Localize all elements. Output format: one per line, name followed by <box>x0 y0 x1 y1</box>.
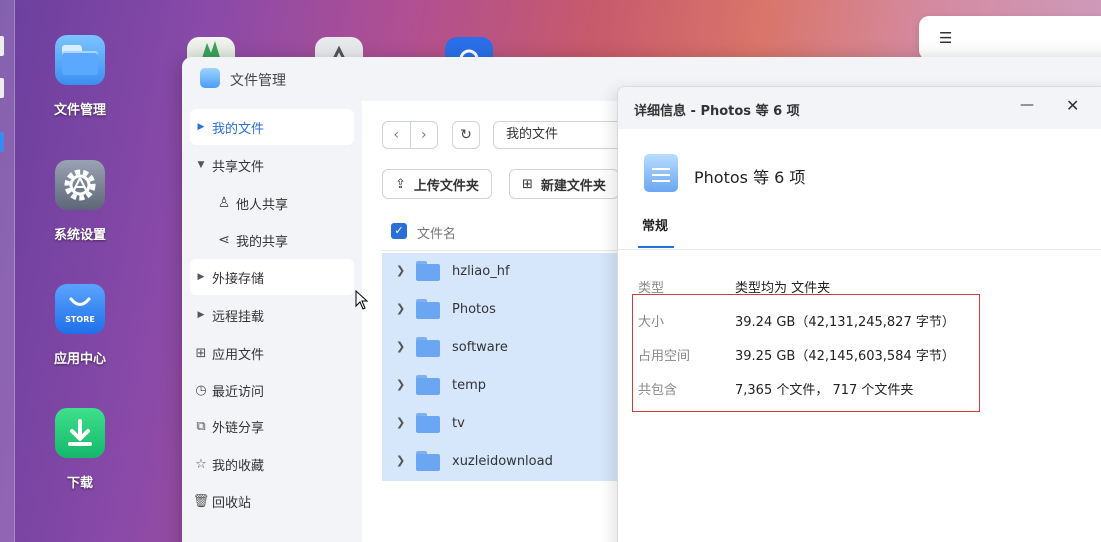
chevron-right-icon[interactable]: ❯ <box>396 340 405 353</box>
minimize-icon[interactable]: — <box>1020 97 1034 113</box>
desktop-icon-download[interactable]: 下载 <box>35 408 125 491</box>
sidebar-item-link-share[interactable]: ⧉ 外链分享 <box>190 408 354 444</box>
sidebar-item-recent[interactable]: ◷ 最近访问 <box>190 372 354 408</box>
left-dock-strip <box>0 0 15 542</box>
sidebar-item-label: 我的共享 <box>236 234 289 250</box>
details-dialog: 详细信息 - Photos 等 6 项 — ✕ Photos 等 6 项 常规 … <box>617 86 1101 542</box>
sidebar-item-label: 回收站 <box>212 495 252 511</box>
chevron-right-icon[interactable]: ❯ <box>396 454 405 467</box>
sidebar-item-favorites[interactable]: ☆ 我的收藏 <box>190 446 354 482</box>
upload-folder-button[interactable]: ⇪ 上传文件夹 <box>382 169 492 199</box>
search-box[interactable]: ☰ <box>919 16 1101 60</box>
chevron-right-icon[interactable]: ❯ <box>396 416 405 429</box>
sidebar-item-label: 外接存储 <box>212 271 265 287</box>
desktop-icon-label: 系统设置 <box>53 228 106 243</box>
desktop-icon-label: 应用中心 <box>53 352 106 367</box>
sidebar-item-external-storage[interactable]: ▶ 外接存储 <box>190 259 354 295</box>
sidebar-item-label: 他人共享 <box>236 197 289 213</box>
folder-icon <box>55 35 105 85</box>
desktop-icon-label: 下载 <box>66 476 93 491</box>
highlight-box <box>632 294 980 412</box>
sidebar-item-shared-files[interactable]: ▼ 共享文件 <box>190 147 354 183</box>
new-folder-icon: ⊞ <box>522 176 533 192</box>
desktop-icon-settings[interactable]: 系统设置 <box>35 160 125 243</box>
store-icon: STORE <box>55 284 105 334</box>
sidebar-item-label: 共享文件 <box>212 159 265 175</box>
sidebar-item-my-files[interactable]: ▶ 我的文件 <box>190 109 354 145</box>
star-icon: ☆ <box>195 456 207 472</box>
trash-icon: 🗑 <box>192 493 210 509</box>
dialog-title: 详细信息 - Photos 等 6 项 <box>634 104 800 119</box>
folder-icon <box>416 451 440 471</box>
caret-right-icon: ▶ <box>197 310 205 320</box>
upload-icon: ⇪ <box>395 176 406 192</box>
divider <box>618 249 1101 250</box>
refresh-icon[interactable]: ↻ <box>452 121 480 149</box>
dock-tab[interactable] <box>0 78 4 98</box>
sidebar-item-my-shares[interactable]: ⋖ 我的共享 <box>212 222 354 258</box>
file-name: software <box>452 340 508 355</box>
desktop-icon-file-manager[interactable]: 文件管理 <box>35 35 125 118</box>
dock-tab[interactable] <box>0 36 4 56</box>
chevron-right-icon[interactable]: ❯ <box>396 378 405 391</box>
column-header-name[interactable]: 文件名 <box>417 223 456 242</box>
desktop-icon-label: 文件管理 <box>53 103 106 118</box>
window-title: 文件管理 <box>230 73 286 89</box>
sidebar-item-label: 应用文件 <box>212 347 265 363</box>
file-name: Photos <box>452 302 496 317</box>
clock-icon: ◷ <box>195 382 207 398</box>
caret-down-icon: ▼ <box>197 160 205 170</box>
nav-buttons: ‹ › <box>382 121 438 149</box>
folder-icon <box>416 375 440 395</box>
new-folder-button[interactable]: ⊞ 新建文件夹 <box>509 169 619 199</box>
chevron-right-icon[interactable]: ❯ <box>396 264 405 277</box>
sidebar-item-label: 我的收藏 <box>212 458 265 474</box>
gear-icon <box>55 160 105 210</box>
tab-general[interactable]: 常规 <box>642 215 668 234</box>
folder-icon <box>416 413 440 433</box>
filter-settings-icon[interactable]: ☰ <box>939 29 952 47</box>
file-name: tv <box>452 416 465 431</box>
download-icon <box>55 408 105 458</box>
back-icon[interactable]: ‹ <box>383 122 411 148</box>
external-link-icon: ⧉ <box>196 418 206 434</box>
folder-icon <box>416 299 440 319</box>
forward-icon[interactable]: › <box>411 122 438 148</box>
file-name: xuzleidownload <box>452 454 553 469</box>
new-folder-label: 新建文件夹 <box>540 178 606 194</box>
caret-right-icon: ▶ <box>197 272 205 282</box>
dialog-titlebar[interactable]: 详细信息 - Photos 等 6 项 — ✕ <box>618 87 1101 129</box>
sidebar-item-trash[interactable]: 🗑 回收站 <box>190 483 354 519</box>
store-badge-text: STORE <box>65 315 95 324</box>
file-name: temp <box>452 378 487 393</box>
sidebar-item-app-files[interactable]: ⊞ 应用文件 <box>190 335 354 371</box>
chevron-right-icon[interactable]: ❯ <box>396 302 405 315</box>
share-icon: ⋖ <box>218 232 230 248</box>
file-name: hzliao_hf <box>452 264 510 279</box>
details-header-name: Photos 等 6 项 <box>694 168 806 187</box>
sidebar-item-shared-by-others[interactable]: ♙ 他人共享 <box>212 185 354 221</box>
sidebar-item-label: 远程挂载 <box>212 309 265 325</box>
caret-right-icon: ▶ <box>197 122 205 132</box>
sidebar: ▶ 我的文件 ▼ 共享文件 ♙ 他人共享 ⋖ 我的共享 ▶ 外接存储 ▶ 远程挂… <box>182 101 362 542</box>
sidebar-item-remote-mount[interactable]: ▶ 远程挂载 <box>190 297 354 333</box>
upload-folder-label: 上传文件夹 <box>413 178 479 194</box>
dock-tab-active[interactable] <box>0 132 4 152</box>
mouse-cursor-icon <box>355 290 369 310</box>
tab-active-indicator <box>638 246 674 248</box>
sidebar-item-label: 我的文件 <box>212 121 265 137</box>
users-icon: ♙ <box>217 195 231 211</box>
close-icon[interactable]: ✕ <box>1066 96 1079 115</box>
sidebar-item-label: 外链分享 <box>212 420 265 436</box>
folder-icon <box>416 337 440 357</box>
sidebar-item-label: 最近访问 <box>212 384 265 400</box>
folder-icon <box>200 68 220 88</box>
folder-icon <box>416 261 440 281</box>
grid-icon: ⊞ <box>195 345 207 361</box>
select-all-checkbox[interactable]: ✓ <box>391 223 407 239</box>
multi-folder-icon <box>644 154 678 192</box>
desktop-icon-app-store[interactable]: STORE 应用中心 <box>35 284 125 367</box>
